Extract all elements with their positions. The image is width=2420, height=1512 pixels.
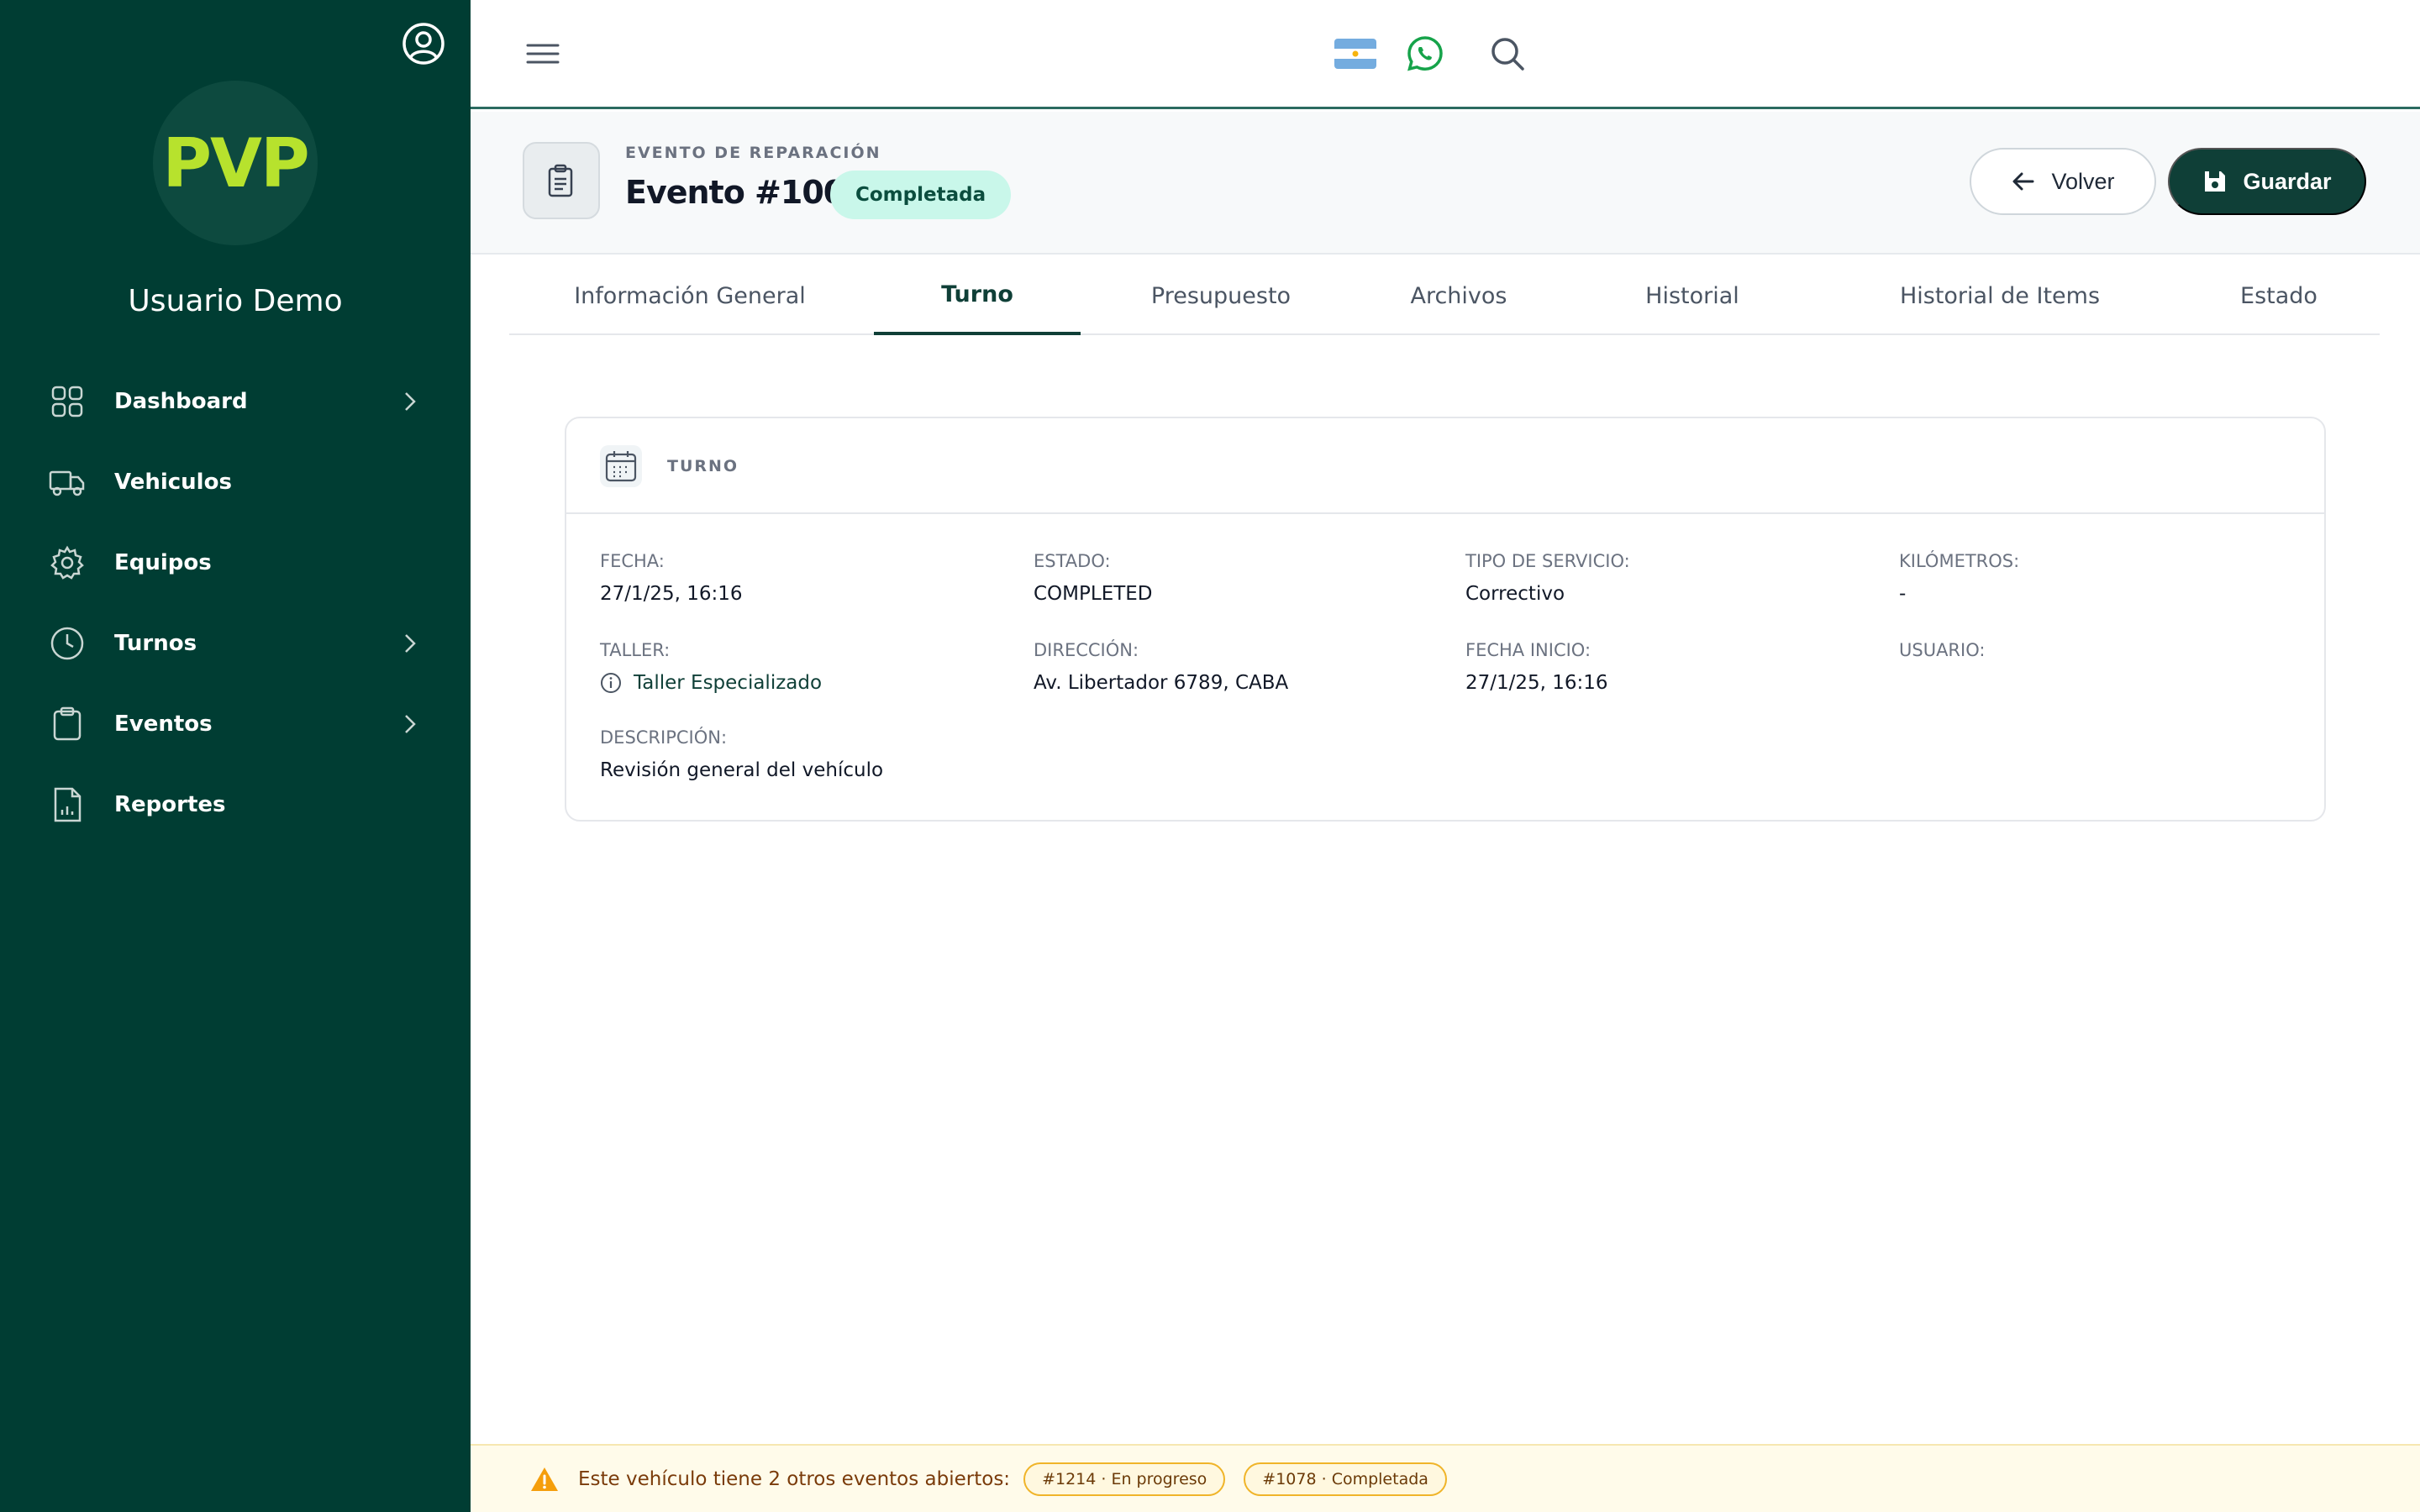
field-label: DIRECCIÓN:	[1034, 640, 1139, 660]
sidebar-item-dashboard[interactable]: Dashboard	[0, 361, 471, 442]
field-label: KILÓMETROS:	[1899, 551, 2020, 571]
sidebar-nav: Dashboard Vehiculos Equipos Turnos Event…	[0, 361, 471, 845]
chevron-right-icon	[405, 392, 416, 411]
tab-historial[interactable]: Historial	[1602, 256, 1783, 335]
sidebar-item-eventos[interactable]: Eventos	[0, 684, 471, 764]
tab-presupuesto[interactable]: Presupuesto	[1126, 256, 1316, 335]
field-label: TALLER:	[600, 640, 671, 660]
truck-icon	[49, 464, 86, 501]
save-button-label: Guardar	[2243, 168, 2332, 194]
save-icon	[2205, 171, 2226, 192]
calendar-icon	[600, 445, 642, 487]
username: Usuario Demo	[128, 284, 343, 318]
gear-icon	[49, 544, 86, 581]
menu-icon[interactable]	[526, 39, 560, 69]
field-value: -	[1899, 583, 1907, 605]
top-bar	[471, 0, 2420, 109]
back-button[interactable]: Volver	[1970, 148, 2156, 215]
chevron-right-icon	[405, 715, 416, 733]
field-value: COMPLETED	[1034, 583, 1153, 605]
field-descripcion: DESCRIPCIÓN: Revisión general del vehícu…	[600, 727, 883, 781]
field-usuario: USUARIO:	[1899, 640, 1985, 672]
open-event-chip[interactable]: #1078 · Completada	[1244, 1462, 1447, 1496]
event-header: EVENTO DE REPARACIÓN Evento #1004 Comple…	[471, 112, 2420, 255]
field-fecha: FECHA: 27/1/25, 16:16	[600, 551, 743, 605]
sidebar-item-vehiculos[interactable]: Vehiculos	[0, 442, 471, 522]
info-icon	[601, 673, 621, 693]
tab-historial-de-items[interactable]: Historial de Items	[1865, 256, 2134, 335]
tab-archivos[interactable]: Archivos	[1375, 256, 1543, 335]
field-tipo-servicio: TIPO DE SERVICIO: Correctivo	[1465, 551, 1630, 605]
sidebar-item-label: Turnos	[114, 631, 197, 656]
turno-card: TURNO FECHA: 27/1/25, 16:16 ESTADO: COMP…	[565, 417, 2326, 822]
field-label: DESCRIPCIÓN:	[600, 727, 728, 748]
field-estado: ESTADO: COMPLETED	[1034, 551, 1153, 605]
sidebar-item-reportes[interactable]: Reportes	[0, 764, 471, 845]
field-label: FECHA INICIO:	[1465, 640, 1591, 660]
warning-icon	[531, 1467, 558, 1491]
chevron-right-icon	[405, 634, 416, 653]
field-fecha-inicio: FECHA INICIO: 27/1/25, 16:16	[1465, 640, 1608, 694]
field-direccion: DIRECCIÓN: Av. Libertador 6789, CABA	[1034, 640, 1288, 694]
field-kilometros: KILÓMETROS: -	[1899, 551, 2019, 605]
tab-bar: Información General Turno Presupuesto Ar…	[509, 256, 2380, 335]
search-icon[interactable]	[1487, 34, 1528, 74]
field-value: Revisión general del vehículo	[600, 759, 884, 781]
open-event-chip[interactable]: #1214 · En progreso	[1023, 1462, 1226, 1496]
field-label: FECHA:	[600, 551, 665, 571]
back-button-label: Volver	[2051, 168, 2115, 194]
field-value: 27/1/25, 16:16	[600, 583, 743, 605]
sidebar-item-label: Vehiculos	[114, 470, 232, 495]
logo[interactable]: PVP	[153, 81, 318, 245]
card-header: TURNO	[566, 418, 2324, 514]
clipboard-icon	[49, 706, 86, 743]
arrow-left-icon	[2012, 172, 2034, 191]
sidebar-item-label: Dashboard	[114, 389, 248, 414]
logo-text: PVP	[162, 123, 309, 202]
event-subtitle: EVENTO DE REPARACIÓN	[625, 144, 881, 162]
user-account-icon[interactable]	[400, 20, 447, 67]
tab-estado[interactable]: Estado	[2212, 256, 2346, 335]
clock-icon	[49, 625, 86, 662]
argentina-flag-icon[interactable]	[1334, 39, 1376, 69]
sidebar-item-label: Equipos	[114, 550, 212, 575]
grid-icon	[49, 383, 86, 420]
taller-name: Taller Especializado	[634, 672, 823, 694]
field-label: USUARIO:	[1899, 640, 1986, 660]
field-label: ESTADO:	[1034, 551, 1111, 571]
taller-link[interactable]: Taller Especializado	[600, 672, 822, 694]
open-events-warning: Este vehículo tiene 2 otros eventos abie…	[471, 1444, 2420, 1512]
status-badge: Completada	[830, 171, 1012, 219]
tab-informacion-general[interactable]: Información General	[551, 256, 829, 335]
tab-turno[interactable]: Turno	[874, 256, 1081, 335]
field-value: Av. Libertador 6789, CABA	[1034, 672, 1289, 694]
field-taller: TALLER: Taller Especializado	[600, 640, 822, 694]
sidebar-item-equipos[interactable]: Equipos	[0, 522, 471, 603]
sidebar-item-label: Reportes	[114, 792, 226, 817]
sidebar: PVP Usuario Demo Dashboard Vehiculos Equ…	[0, 0, 471, 1512]
save-button[interactable]: Guardar	[2168, 148, 2366, 215]
field-value: Correctivo	[1465, 583, 1565, 605]
warning-text: Este vehículo tiene 2 otros eventos abie…	[578, 1467, 1011, 1490]
whatsapp-icon[interactable]	[1405, 34, 1445, 74]
card-title: TURNO	[667, 457, 739, 475]
clipboard-list-icon	[548, 164, 573, 197]
sidebar-item-label: Eventos	[114, 711, 213, 737]
field-label: TIPO DE SERVICIO:	[1465, 551, 1630, 571]
sidebar-item-turnos[interactable]: Turnos	[0, 603, 471, 684]
event-icon-box	[523, 142, 600, 219]
report-icon	[49, 786, 86, 823]
field-value: 27/1/25, 16:16	[1465, 672, 1608, 694]
